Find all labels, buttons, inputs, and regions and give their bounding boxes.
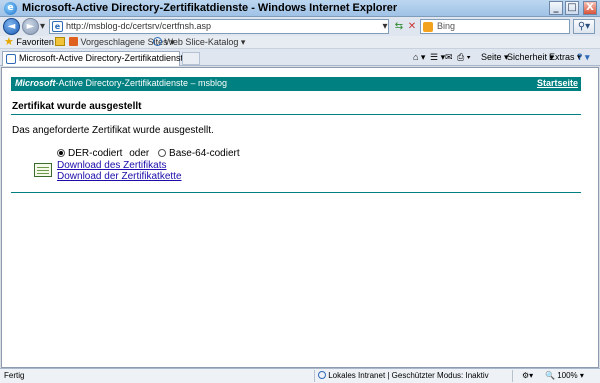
forward-button[interactable]: ►	[22, 18, 39, 35]
tab-label: Microsoft-Active Directory-Zertifikatdie…	[19, 53, 189, 63]
address-row: ◄ ► ▾ e http://msblog-dc/certsrv/certfns…	[0, 17, 600, 36]
page-heading: Zertifikat wurde ausgestellt	[12, 101, 142, 112]
history-dropdown-icon[interactable]: ▾	[38, 20, 47, 33]
certificate-icon	[34, 163, 52, 177]
base64-radio[interactable]: Base-64-codiert	[158, 148, 240, 159]
header-banner: Microsoft-Active Directory-Zertifikatdie…	[11, 77, 581, 91]
status-text: Fertig	[4, 371, 25, 380]
ie-logo-icon: e	[4, 2, 17, 15]
close-button[interactable]: X	[583, 1, 597, 15]
title-bar: e Microsoft-Active Directory-Zertifikatd…	[0, 0, 600, 17]
home-link[interactable]: Startseite	[537, 78, 578, 88]
feeds-icon[interactable]: ☰ ▾	[430, 52, 445, 63]
tab-active[interactable]: Microsoft-Active Directory-Zertifikatdie…	[2, 51, 188, 66]
safety-menu[interactable]: Sicherheit ▾	[507, 52, 554, 63]
brand-title: Microsoft-Active Directory-Zertifikatdie…	[15, 78, 228, 88]
base64-radio-button[interactable]	[158, 149, 167, 157]
der-radio[interactable]: DER-codiert	[57, 148, 122, 159]
page-content: Microsoft-Active Directory-Zertifikatdie…	[1, 67, 599, 368]
mail-icon[interactable]: ✉	[445, 52, 453, 63]
status-message: Das angeforderte Zertifikat wurde ausges…	[12, 125, 214, 136]
zoom-level[interactable]: 🔍 100% ▾	[545, 371, 584, 380]
home-icon[interactable]: ⌂ ▾	[413, 52, 425, 63]
web-slice-icon	[153, 37, 162, 46]
der-radio-button[interactable]	[57, 149, 65, 157]
new-tab-button[interactable]	[182, 52, 200, 65]
tab-row: Microsoft-Active Directory-Zertifikatdie…	[0, 49, 600, 66]
or-label: oder	[129, 148, 150, 159]
window-title: Microsoft-Active Directory-Zertifikatdie…	[22, 2, 398, 14]
security-zone[interactable]: Lokales Intranet | Geschützter Modus: In…	[318, 371, 489, 380]
download-chain-link[interactable]: Download der Zertifikatkette	[57, 171, 182, 182]
compatibility-icon[interactable]: ⇆	[392, 20, 406, 33]
search-input[interactable]: Bing	[437, 21, 455, 31]
address-bar[interactable]: e http://msblog-dc/certsrv/certfnsh.asp	[49, 19, 389, 34]
stop-icon[interactable]: ✕	[405, 20, 419, 33]
suggested-sites-icon	[69, 37, 78, 46]
help-icon[interactable]: ? ▾	[577, 52, 590, 63]
back-button[interactable]: ◄	[3, 18, 20, 35]
print-icon[interactable]: ⎙ ▾	[457, 52, 470, 63]
favorites-bar: ★ Favoriten Vorgeschlagene Sites ▾ Web S…	[0, 36, 600, 49]
page-icon: e	[52, 21, 63, 32]
download-certificate-link[interactable]: Download des Zertifikats	[57, 160, 167, 171]
star-icon: ★	[4, 36, 14, 48]
maximize-button[interactable]: □	[565, 1, 579, 15]
heading-divider	[11, 114, 581, 115]
footer-divider	[11, 192, 581, 193]
add-favorite-icon[interactable]	[55, 36, 65, 49]
web-slice-gallery-button[interactable]: Web Slice-Katalog ▾	[153, 36, 245, 49]
bing-icon	[423, 22, 433, 32]
favorites-button[interactable]: ★ Favoriten	[4, 36, 54, 49]
tab-page-icon	[6, 54, 16, 64]
address-dropdown-icon[interactable]: ▾	[378, 20, 392, 33]
minimize-button[interactable]: _	[549, 1, 563, 15]
page-menu[interactable]: Seite ▾	[481, 52, 509, 63]
url-text[interactable]: http://msblog-dc/certsrv/certfnsh.asp	[66, 21, 211, 31]
zoom-tools-icon[interactable]: ⚙▾	[522, 371, 533, 380]
globe-icon	[318, 371, 326, 379]
search-box[interactable]: Bing	[420, 19, 570, 34]
status-bar: Fertig Lokales Intranet | Geschützter Mo…	[0, 368, 600, 383]
search-button[interactable]: ⚲▾	[573, 19, 595, 34]
encoding-options: DER-codiert oder Base-64-codiert	[57, 148, 240, 159]
